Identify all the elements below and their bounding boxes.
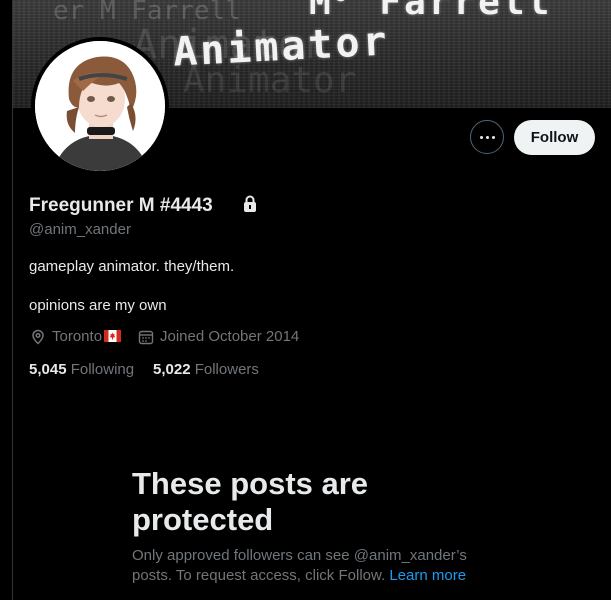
more-options-icon-dot-2 (485, 135, 489, 139)
avatar-illustration (35, 41, 165, 171)
more-options-icon (479, 135, 483, 139)
bio-line-2: opinions are my own (29, 297, 167, 314)
location-pin-icon (32, 329, 44, 345)
handle: @anim_xander (29, 221, 131, 238)
protected-title-line-2: protected (132, 502, 274, 537)
avatar-image (35, 41, 165, 171)
following-count: 5,045 (29, 361, 67, 378)
location: Toronto (30, 328, 122, 345)
protected-title-line-1: These posts are (132, 466, 369, 501)
canada-flag-icon (104, 329, 122, 342)
more-options-button[interactable] (470, 120, 504, 154)
banner-name-m: M (309, 0, 334, 23)
left-gutter (0, 0, 12, 600)
banner-name-tail: Farrell (379, 0, 553, 23)
location-text: Toronto (52, 328, 103, 345)
bio-line-1: gameplay animator. they/them. (29, 258, 235, 275)
banner-name-sup: c (334, 0, 349, 6)
lock-icon (244, 195, 256, 212)
followers-link[interactable]: 5,022 Followers (153, 361, 259, 378)
follow-button[interactable]: Follow (514, 120, 595, 155)
display-name: Freegunner M #4443 (29, 195, 213, 216)
following-link[interactable]: 5,045 Following (29, 361, 134, 378)
calendar-icon (138, 330, 154, 344)
protected-title: These posts are protected (132, 466, 492, 538)
more-options-icon-dot-3 (491, 135, 495, 139)
join-date-text: Joined October 2014 (160, 328, 300, 345)
protected-message: Only approved followers can see @anim_xa… (132, 546, 492, 586)
banner-name-text: Mc Farrell (309, 0, 552, 23)
join-date: Joined October 2014 (138, 328, 299, 345)
following-label: Following (70, 361, 135, 378)
avatar[interactable] (31, 37, 169, 175)
learn-more-link[interactable]: Learn more (389, 567, 466, 584)
followers-label: Followers (194, 361, 259, 378)
followers-count: 5,022 (153, 361, 191, 378)
